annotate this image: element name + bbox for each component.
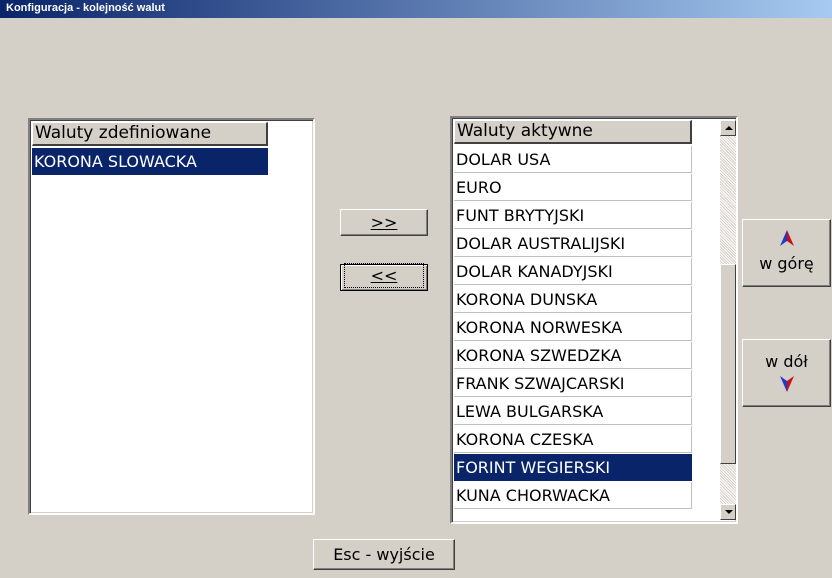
defined-list-header[interactable]: Waluty zdefiniowane (32, 122, 268, 146)
list-item[interactable]: DOLAR AUSTRALIJSKI (454, 230, 692, 257)
list-item[interactable]: KORONA NORWESKA (454, 314, 692, 341)
list-item[interactable]: FUNT BRYTYJSKI (454, 202, 692, 229)
vertical-scrollbar[interactable] (720, 120, 736, 520)
list-item[interactable]: FORINT WEGIERSKI (454, 454, 692, 481)
active-list-header[interactable]: Waluty aktywne (454, 120, 692, 144)
list-item-label: FRANK SZWAJCARSKI (456, 374, 625, 393)
remove-currency-button[interactable]: << (340, 263, 428, 291)
list-item[interactable]: KUNA CHORWACKA (454, 482, 692, 509)
scroll-down-button[interactable] (720, 504, 736, 520)
scroll-up-icon (725, 126, 733, 130)
list-item-label: LEWA BULGARSKA (456, 402, 604, 421)
window-title: Konfiguracja - kolejność walut (6, 2, 165, 14)
list-item[interactable]: FRANK SZWAJCARSKI (454, 370, 692, 397)
add-button-label: >> (370, 213, 398, 232)
remove-button-label: << (343, 263, 425, 288)
list-item-label: FORINT WEGIERSKI (456, 458, 611, 477)
list-item[interactable]: EURO (454, 174, 692, 201)
list-item-label: FUNT BRYTYJSKI (456, 206, 585, 225)
list-item[interactable]: KORONA SLOWACKA (32, 148, 268, 175)
list-item[interactable]: LEWA BULGARSKA (454, 398, 692, 425)
exit-button[interactable]: Esc - wyjście (313, 539, 455, 570)
list-item-label: KORONA NORWESKA (456, 318, 623, 337)
scroll-thumb[interactable] (720, 264, 736, 464)
scroll-down-icon (725, 510, 733, 514)
list-item[interactable]: KORONA DUNSKA (454, 286, 692, 313)
list-item-label: DOLAR KANADYJSKI (456, 262, 613, 281)
move-up-button[interactable]: w górę (742, 219, 831, 287)
active-currencies-list[interactable]: Waluty aktywne DOLAR USA EURO FUNT BRYTYJS… (450, 116, 738, 524)
list-item-label: DOLAR AUSTRALIJSKI (456, 234, 626, 253)
list-item-label: KORONA DUNSKA (456, 290, 598, 309)
list-item[interactable]: DOLAR KANADYJSKI (454, 258, 692, 285)
list-item-label: EURO (456, 178, 502, 197)
defined-currencies-list[interactable]: Waluty zdefiniowane KORONA SLOWACKA (28, 118, 315, 515)
list-item[interactable]: KORONA CZESKA (454, 426, 692, 453)
list-item-label: KORONA CZESKA (456, 430, 594, 449)
add-currency-button[interactable]: >> (340, 209, 428, 236)
list-item-label: KORONA SLOWACKA (34, 152, 197, 171)
move-up-label: w górę (759, 254, 814, 273)
move-down-button[interactable]: w dół (742, 339, 831, 407)
list-item-label: DOLAR USA (456, 150, 551, 169)
list-item[interactable]: DOLAR USA (454, 146, 692, 173)
arrow-up-icon (780, 230, 794, 246)
scroll-up-button[interactable] (720, 120, 736, 136)
list-item-label: KUNA CHORWACKA (456, 486, 610, 505)
title-bar: Konfiguracja - kolejność walut (0, 0, 832, 18)
move-down-label: w dół (765, 352, 808, 371)
exit-button-label: Esc - wyjście (333, 545, 435, 564)
list-item[interactable]: KORONA SZWEDZKA (454, 342, 692, 369)
arrow-down-icon (780, 376, 794, 392)
list-item-label: KORONA SZWEDZKA (456, 346, 622, 365)
